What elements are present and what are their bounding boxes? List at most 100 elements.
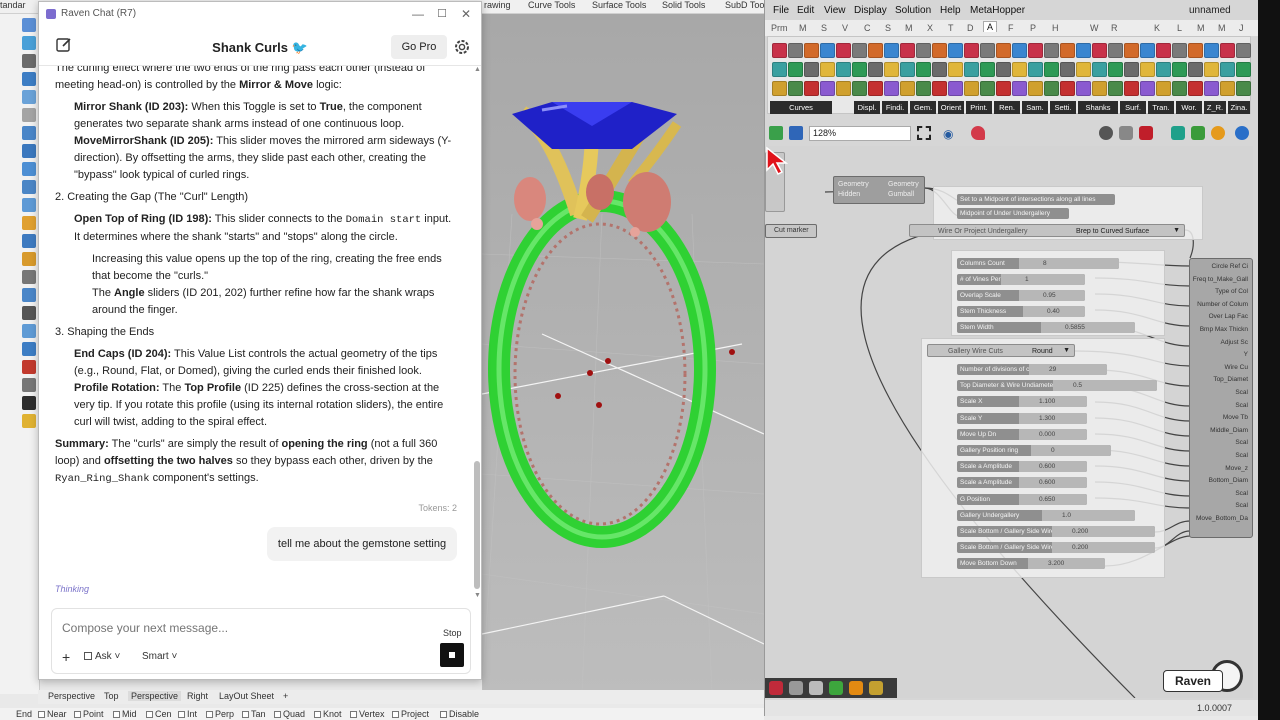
ribbon-component-icon[interactable] (900, 62, 915, 77)
number-slider[interactable]: Scale Y 1.300 (957, 412, 1087, 424)
ribbon-component-icon[interactable] (1204, 43, 1219, 58)
ribbon-component-icon[interactable] (1092, 43, 1107, 58)
open-file-icon[interactable] (769, 126, 783, 140)
ribbon-component-icon[interactable] (1108, 62, 1123, 77)
ribbon-component-icon[interactable] (1124, 62, 1139, 77)
ribbon-component-icon[interactable] (1092, 81, 1107, 96)
component-input-port[interactable]: Bottom_Diam (1209, 477, 1248, 484)
tab-vector[interactable]: V (842, 23, 848, 33)
osnap-cen[interactable]: Cen (146, 709, 172, 719)
ribbon-component-icon[interactable] (1220, 81, 1235, 96)
group-world[interactable]: Wor. (1176, 101, 1202, 114)
group-display[interactable]: Displ. (854, 101, 880, 114)
component-input-port[interactable]: Move_Bottom_Da (1196, 515, 1248, 522)
ribbon-component-icon[interactable] (1012, 81, 1027, 96)
chat-scrollbar[interactable]: ▲ ▼ (473, 66, 481, 602)
ribbon-component-icon[interactable] (868, 62, 883, 77)
number-slider[interactable]: Move Up Dn 0.000 (957, 428, 1087, 440)
zoom-extents-icon[interactable] (917, 126, 931, 140)
component-input-port[interactable]: Wire Cu (1225, 364, 1248, 371)
tab-drawing[interactable]: rawing (484, 0, 511, 10)
ribbon-component-icon[interactable] (884, 43, 899, 58)
fillet-tool-icon[interactable] (22, 324, 36, 338)
preview-mode-icon[interactable] (1099, 126, 1113, 140)
shaded-preview-icon[interactable] (1139, 126, 1153, 140)
scroll-down-icon[interactable]: ▼ (474, 592, 481, 599)
array-tool-icon[interactable] (22, 288, 36, 302)
osnap-tan[interactable]: Tan (242, 709, 266, 719)
component-input-port[interactable]: Circle Ref Ci (1212, 263, 1248, 270)
viewport-tab-top[interactable]: Top (104, 691, 119, 701)
ribbon-component-icon[interactable] (916, 81, 931, 96)
tab-l[interactable]: L (1177, 23, 1182, 33)
ribbon-component-icon[interactable] (1140, 81, 1155, 96)
ribbon-component-icon[interactable] (772, 43, 787, 58)
line-tool-icon[interactable] (22, 54, 36, 68)
ribbon-component-icon[interactable] (964, 62, 979, 77)
gumball-icon[interactable] (1191, 126, 1205, 140)
ribbon-component-icon[interactable] (996, 62, 1011, 77)
compose-input[interactable] (62, 619, 422, 637)
cluster-icon[interactable] (809, 681, 823, 695)
arc-tool-icon[interactable] (22, 126, 36, 140)
group-z-r[interactable]: Z_R. (1204, 101, 1226, 114)
chevron-down-icon[interactable]: ▼ (1173, 225, 1180, 236)
component-input-port[interactable]: Type of Col (1215, 288, 1248, 295)
slider-track[interactable] (1019, 258, 1119, 269)
ribbon-component-icon[interactable] (1140, 62, 1155, 77)
number-slider[interactable]: Gallery Position ring 0 (957, 445, 1111, 456)
tab-j[interactable]: J (1239, 23, 1244, 33)
ribbon-component-icon[interactable] (996, 43, 1011, 58)
gh-canvas[interactable]: Cut marker Geometry Hidden Geometry Gumb… (765, 146, 1253, 698)
rectangle-tool-icon[interactable] (22, 162, 36, 176)
ribbon-component-icon[interactable] (980, 43, 995, 58)
solid-tool-icon[interactable] (22, 234, 36, 248)
ribbon-component-icon[interactable] (1076, 81, 1091, 96)
tab-m2[interactable]: M (1197, 23, 1205, 33)
ribbon-component-icon[interactable] (804, 81, 819, 96)
component-input-port[interactable]: Over Lap Fac (1209, 313, 1248, 320)
ribbon-component-icon[interactable] (932, 81, 947, 96)
ribbon-component-icon[interactable] (916, 62, 931, 77)
wire-preview-icon[interactable] (1119, 126, 1133, 140)
surface-tool-icon[interactable] (22, 198, 36, 212)
ribbon-component-icon[interactable] (948, 43, 963, 58)
group-finding[interactable]: Findi. (882, 101, 908, 114)
viewport-tab-right[interactable]: Right (187, 691, 208, 701)
component-input-port[interactable]: Bmp Max Thickn (1200, 326, 1248, 333)
tab-h[interactable]: H (1052, 23, 1059, 33)
chat-message-list[interactable]: The curling effect where the two ends of… (39, 66, 475, 604)
component-input-port[interactable]: Number of Colum (1197, 301, 1248, 308)
ribbon-component-icon[interactable] (1236, 62, 1251, 77)
osnap-perp[interactable]: Perp (206, 709, 234, 719)
tab-standard[interactable]: tandar (0, 0, 26, 10)
number-slider[interactable]: Overlap Scale 0.95 (957, 290, 1085, 301)
go-pro-button[interactable]: Go Pro (391, 35, 447, 59)
menu-solution[interactable]: Solution (895, 5, 931, 16)
component-input-port[interactable]: Y (1244, 351, 1248, 358)
osnap-point[interactable]: Point (74, 709, 104, 719)
tab-f[interactable]: F (1008, 23, 1014, 33)
tab-p[interactable]: P (1030, 23, 1036, 33)
slider-track[interactable] (1028, 558, 1105, 570)
number-slider[interactable]: Stem Thickness 0.40 (957, 306, 1085, 317)
ribbon-component-icon[interactable] (836, 43, 851, 58)
number-slider[interactable]: Scale a Amplitude 0.600 (957, 461, 1087, 473)
ribbon-component-icon[interactable] (852, 81, 867, 96)
group-sample[interactable]: Sam. (1022, 101, 1048, 114)
number-slider[interactable]: Number of divisions of curves 29 (957, 364, 1107, 375)
osnap-near[interactable]: Near (38, 709, 67, 719)
plugin-icon[interactable] (789, 681, 803, 695)
tab-a-active[interactable]: A (983, 21, 998, 32)
offset-tool-icon[interactable] (22, 342, 36, 356)
boolean-tool-icon[interactable] (22, 306, 36, 320)
ribbon-component-icon[interactable] (804, 43, 819, 58)
group-orient[interactable]: Orient (938, 101, 964, 114)
osnap-project[interactable]: Project (392, 709, 429, 719)
ribbon-component-icon[interactable] (788, 81, 803, 96)
ribbon-component-icon[interactable] (996, 81, 1011, 96)
tab-params[interactable]: Prm (771, 23, 788, 33)
ribbon-component-icon[interactable] (1204, 62, 1219, 77)
curve-tool-icon[interactable] (22, 90, 36, 104)
ellipse-tool-icon[interactable] (22, 144, 36, 158)
